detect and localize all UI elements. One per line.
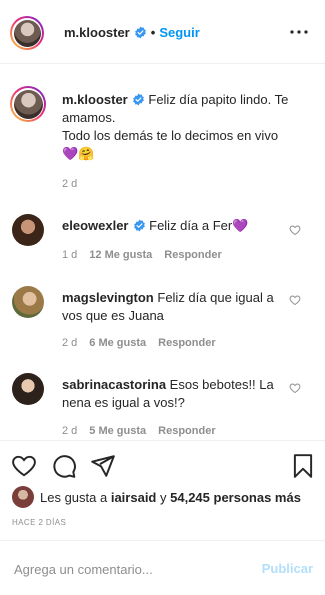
more-horizontal-icon[interactable]	[289, 24, 309, 40]
comment-username[interactable]: sabrinacastorina	[62, 377, 166, 392]
comment-username[interactable]: eleowexler	[62, 218, 129, 233]
comment-icon[interactable]	[51, 453, 77, 479]
publish-button[interactable]: Publicar	[262, 561, 313, 576]
likes-prefix: Les gusta a	[40, 489, 108, 505]
comment-text: sabrinacastorina Esos bebotes!! La nena …	[62, 376, 282, 412]
reply-button[interactable]: Responder	[158, 425, 215, 437]
follow-button[interactable]: Seguir	[159, 25, 199, 40]
comment-likes[interactable]: 5 Me gusta	[89, 425, 146, 437]
comment-meta: 2 d 5 Me gusta Responder	[62, 425, 228, 437]
comment-likes[interactable]: 12 Me gusta	[89, 249, 152, 261]
comment-time[interactable]: 2 d	[62, 425, 77, 437]
comment-item: magslevington Feliz día que igual a vos …	[0, 286, 325, 354]
reply-button[interactable]: Responder	[158, 337, 215, 349]
header-avatar[interactable]	[10, 16, 44, 50]
header-username[interactable]: m.klooster	[64, 25, 130, 40]
comment-composer: Publicar	[0, 540, 325, 595]
post-time[interactable]: HACE 2 DÍAS	[12, 518, 66, 527]
comment-input[interactable]	[12, 555, 242, 583]
verified-badge-icon	[134, 26, 146, 39]
caption-time[interactable]: 2 d	[62, 178, 77, 190]
caption-text: m.klooster Feliz día papito lindo. Te am…	[62, 91, 312, 163]
comment-meta: 1 d 12 Me gusta Responder	[62, 249, 234, 261]
post-header: m.klooster • Seguir	[0, 0, 325, 64]
caption-meta: 2 d	[62, 178, 89, 190]
comment-avatar[interactable]	[12, 373, 44, 405]
liker-avatar[interactable]	[12, 486, 34, 508]
comment-like-heart-icon[interactable]	[289, 382, 301, 394]
comment-time[interactable]: 2 d	[62, 337, 77, 349]
verified-badge-icon	[132, 93, 144, 106]
comment-username[interactable]: magslevington	[62, 290, 154, 305]
liker-username[interactable]: iairsaid	[111, 490, 157, 505]
comment-body: Feliz día a Fer💜	[149, 218, 249, 233]
header-user-row: m.klooster • Seguir	[64, 25, 200, 40]
comment-meta: 2 d 6 Me gusta Responder	[62, 337, 228, 349]
comment-item: sabrinacastorina Esos bebotes!! La nena …	[0, 373, 325, 441]
comment-like-heart-icon[interactable]	[289, 294, 301, 306]
caption: m.klooster Feliz día papito lindo. Te am…	[0, 86, 325, 196]
comment-avatar[interactable]	[12, 286, 44, 318]
action-bar	[0, 440, 325, 490]
caption-line-2: Todo los demás te lo decimos en vivo	[62, 128, 279, 143]
caption-username[interactable]: m.klooster	[62, 92, 128, 107]
header-separator: •	[150, 25, 156, 40]
likes-middle: y	[160, 489, 167, 505]
comment-likes[interactable]: 6 Me gusta	[89, 337, 146, 349]
comment-item: eleowexler Feliz día a Fer💜 1 d 12 Me gus…	[0, 214, 325, 264]
comment-time[interactable]: 1 d	[62, 249, 77, 261]
comment-text: magslevington Feliz día que igual a vos …	[62, 289, 282, 325]
heart-icon[interactable]	[11, 453, 37, 479]
share-send-icon[interactable]	[90, 453, 116, 479]
caption-emojis: 💜🤗	[62, 146, 95, 161]
verified-badge-icon	[133, 219, 145, 232]
bookmark-icon[interactable]	[290, 453, 316, 479]
comment-avatar[interactable]	[12, 214, 44, 246]
comment-text: eleowexler Feliz día a Fer💜	[62, 217, 282, 235]
comment-like-heart-icon[interactable]	[289, 224, 301, 236]
caption-avatar[interactable]	[10, 86, 46, 122]
likes-count[interactable]: 54,245 personas más	[170, 490, 301, 505]
reply-button[interactable]: Responder	[164, 249, 221, 261]
likes-summary: Les gusta a iairsaid y 54,245 personas m…	[12, 484, 301, 510]
